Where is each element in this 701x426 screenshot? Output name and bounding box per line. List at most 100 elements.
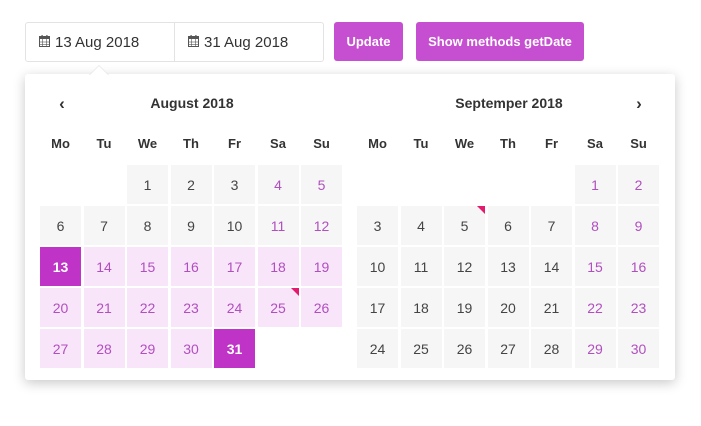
day-cell[interactable]: 10 — [214, 206, 255, 245]
day-cell[interactable]: 2 — [618, 165, 659, 204]
day-number: 26 — [456, 340, 473, 357]
day-cell[interactable]: 28 — [83, 329, 125, 368]
day-number: 22 — [139, 299, 156, 316]
end-date-field[interactable]: 31 Aug 2018 — [174, 23, 323, 61]
day-number: 21 — [96, 299, 112, 316]
day-cell[interactable]: 6 — [487, 206, 529, 245]
day-cell[interactable]: 7 — [531, 206, 572, 245]
day-cell[interactable]: 19 — [444, 288, 485, 327]
day-cell[interactable]: 14 — [531, 247, 572, 286]
day-number: 23 — [183, 299, 199, 316]
day-number: 11 — [413, 258, 429, 275]
day-cell[interactable]: 15 — [127, 247, 168, 286]
day-cell[interactable]: 5 — [444, 206, 485, 245]
day-cell[interactable]: 25 — [400, 329, 442, 368]
day-cell[interactable]: 1 — [127, 165, 168, 204]
day-number: 10 — [369, 258, 386, 275]
day-cell[interactable]: 17 — [214, 247, 255, 286]
day-cell[interactable]: 27 — [487, 329, 529, 368]
day-cell[interactable]: 16 — [170, 247, 212, 286]
day-cell[interactable]: 20 — [40, 288, 81, 327]
day-cell[interactable]: 8 — [574, 206, 616, 245]
day-number: 19 — [456, 299, 473, 316]
day-number: 22 — [587, 299, 603, 316]
start-date-value: 13 Aug 2018 — [55, 33, 140, 51]
day-number: 3 — [230, 176, 239, 193]
day-cell[interactable]: 17 — [357, 288, 398, 327]
day-cell[interactable]: 9 — [170, 206, 212, 245]
show-methods-button[interactable]: Show methods getDate — [416, 22, 584, 61]
day-number: 7 — [547, 217, 556, 234]
day-cell[interactable]: 29 — [574, 329, 616, 368]
day-cell[interactable]: 30 — [170, 329, 212, 368]
day-cell[interactable]: 13 — [40, 247, 81, 286]
day-number: 24 — [226, 299, 243, 316]
day-cell[interactable]: 12 — [301, 206, 342, 245]
day-cell[interactable]: 26 — [301, 288, 342, 327]
day-cell[interactable]: 19 — [301, 247, 342, 286]
day-cell[interactable]: 8 — [127, 206, 168, 245]
day-cell[interactable]: 3 — [357, 206, 398, 245]
day-number: 8 — [143, 217, 152, 234]
day-cell[interactable]: 14 — [83, 247, 125, 286]
day-cell[interactable]: 9 — [618, 206, 659, 245]
day-cell[interactable]: 20 — [487, 288, 529, 327]
day-number: 29 — [139, 340, 156, 357]
day-cell[interactable]: 4 — [257, 165, 299, 204]
day-cell[interactable]: 3 — [214, 165, 255, 204]
day-cell[interactable]: 26 — [444, 329, 485, 368]
prev-month-button[interactable]: ‹ — [54, 94, 70, 114]
day-number: 2 — [634, 176, 643, 193]
day-cell[interactable]: 22 — [127, 288, 168, 327]
day-cell[interactable]: 13 — [487, 247, 529, 286]
day-cell[interactable]: 11 — [400, 247, 442, 286]
day-cell[interactable]: 18 — [257, 247, 299, 286]
day-cell[interactable]: 25 — [257, 288, 299, 327]
day-number: 30 — [183, 340, 199, 357]
day-number: 19 — [313, 258, 330, 275]
day-cell[interactable]: 12 — [444, 247, 485, 286]
weekday-header: Tu — [96, 136, 112, 151]
calendar-icon — [188, 35, 199, 47]
day-number: 14 — [543, 258, 560, 275]
weekday-header: We — [454, 136, 475, 151]
date-range-input: 13 Aug 2018 31 Aug 2018 — [25, 22, 324, 62]
day-number: 16 — [183, 258, 199, 275]
day-cell[interactable]: 22 — [574, 288, 616, 327]
day-cell[interactable]: 24 — [214, 288, 255, 327]
day-number: 17 — [369, 299, 386, 316]
day-cell[interactable]: 2 — [170, 165, 212, 204]
day-cell[interactable]: 28 — [531, 329, 572, 368]
day-number: 20 — [52, 299, 69, 316]
day-cell[interactable]: 16 — [618, 247, 659, 286]
day-cell[interactable]: 11 — [257, 206, 299, 245]
day-number: 5 — [317, 176, 326, 193]
day-cell[interactable]: 4 — [400, 206, 442, 245]
day-cell[interactable]: 10 — [357, 247, 398, 286]
day-cell[interactable]: 23 — [618, 288, 659, 327]
day-cell[interactable]: 5 — [301, 165, 342, 204]
start-date-field[interactable]: 13 Aug 2018 — [26, 23, 174, 61]
day-cell[interactable]: 29 — [127, 329, 168, 368]
day-cell[interactable]: 24 — [357, 329, 398, 368]
day-cell[interactable]: 31 — [214, 329, 255, 368]
day-number: 6 — [504, 217, 512, 234]
day-cell[interactable]: 30 — [618, 329, 659, 368]
day-number: 7 — [100, 217, 108, 234]
day-cell[interactable]: 23 — [170, 288, 212, 327]
day-number: 17 — [226, 258, 243, 275]
day-cell[interactable]: 18 — [400, 288, 442, 327]
day-number: 16 — [630, 258, 647, 275]
day-cell[interactable]: 7 — [83, 206, 125, 245]
day-number: 2 — [187, 176, 195, 193]
day-cell[interactable]: 21 — [83, 288, 125, 327]
day-number: 15 — [587, 258, 603, 275]
day-number: 8 — [591, 217, 599, 234]
day-cell[interactable]: 27 — [40, 329, 81, 368]
next-month-button[interactable]: › — [631, 94, 647, 114]
day-cell[interactable]: 21 — [531, 288, 572, 327]
day-cell[interactable]: 6 — [40, 206, 81, 245]
day-cell[interactable]: 1 — [574, 165, 616, 204]
day-cell[interactable]: 15 — [574, 247, 616, 286]
update-button[interactable]: Update — [334, 22, 403, 61]
